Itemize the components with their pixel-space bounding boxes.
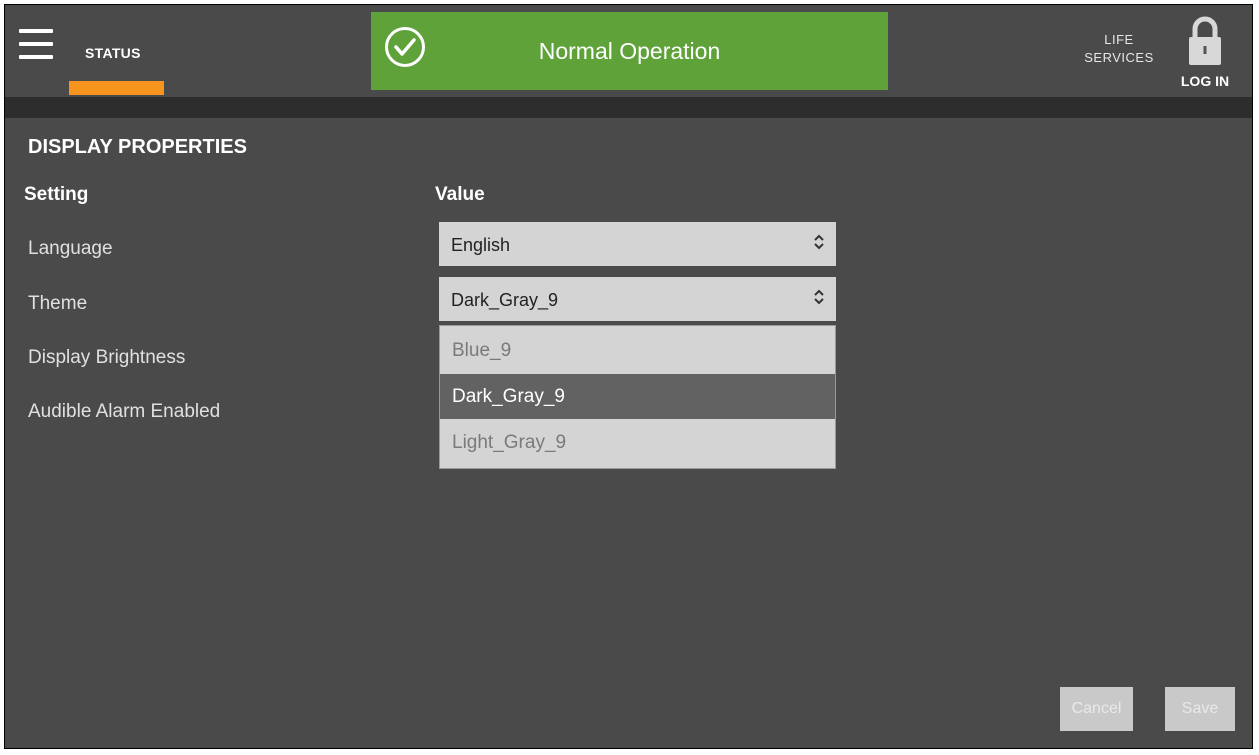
divider-strip	[5, 97, 1252, 118]
theme-dropdown-list: Blue_9 Dark_Gray_9 Light_Gray_9	[439, 325, 836, 469]
login-button[interactable]: LOG IN	[1175, 13, 1235, 93]
life-services-line2: SERVICES	[1084, 50, 1154, 65]
active-tab-indicator	[69, 81, 164, 95]
theme-option-label: Dark_Gray_9	[452, 386, 565, 407]
menu-icon[interactable]	[19, 29, 53, 63]
status-tab-label: STATUS	[85, 45, 141, 61]
app-window: STATUS Normal Operation LIFE SERVICES LO…	[4, 4, 1253, 749]
life-services-line1: LIFE	[1104, 32, 1134, 47]
theme-option-dark-gray[interactable]: Dark_Gray_9	[440, 374, 835, 419]
setting-language-label: Language	[28, 238, 113, 259]
setting-theme-label: Theme	[28, 293, 88, 314]
theme-option-label: Light_Gray_9	[452, 432, 567, 453]
banner-text: Normal Operation	[538, 38, 721, 64]
setting-brightness-label: Display Brightness	[28, 347, 186, 368]
language-select[interactable]: English	[439, 222, 836, 266]
page-title: DISPLAY PROPERTIES	[28, 136, 247, 158]
tab-status[interactable]: STATUS	[69, 5, 164, 97]
theme-option-light-gray[interactable]: Light_Gray_9	[440, 420, 835, 465]
theme-option-label: Blue_9	[452, 340, 512, 361]
lock-icon	[1189, 16, 1221, 65]
theme-option-blue[interactable]: Blue_9	[440, 328, 835, 373]
select-arrows-icon	[814, 234, 824, 250]
cancel-button[interactable]: Cancel	[1060, 687, 1133, 731]
theme-select-value: Dark_Gray_9	[451, 290, 559, 310]
status-banner: Normal Operation	[371, 12, 888, 90]
life-services-button[interactable]: LIFE SERVICES	[1083, 31, 1155, 67]
setting-column-header: Setting	[24, 184, 89, 205]
login-label: LOG IN	[1180, 73, 1230, 89]
theme-select[interactable]: Dark_Gray_9	[439, 277, 836, 321]
save-button[interactable]: Save	[1165, 687, 1235, 731]
language-select-value: English	[451, 235, 511, 255]
value-column-header: Value	[435, 184, 485, 205]
select-arrows-icon	[814, 289, 824, 305]
setting-audible-alarm-label: Audible Alarm Enabled	[28, 401, 221, 422]
top-bar: STATUS Normal Operation LIFE SERVICES LO…	[5, 5, 1252, 97]
